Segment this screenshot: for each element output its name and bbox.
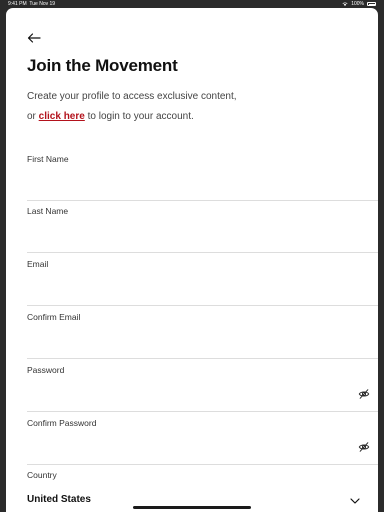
status-time-date: 9:41 PM Tue Nov 19 [8, 0, 55, 8]
wifi-icon [342, 2, 348, 6]
password-input[interactable] [27, 378, 347, 404]
home-indicator [133, 506, 251, 509]
intro-line-2: or click here to login to your account. [27, 107, 357, 127]
confirm-email-input[interactable] [27, 325, 347, 351]
password-label: Password [27, 365, 65, 375]
email-label: Email [27, 259, 49, 269]
confirm-email-field[interactable]: Confirm Email [27, 307, 378, 359]
first-name-label: First Name [27, 154, 69, 164]
chevron-down-icon[interactable] [350, 497, 360, 505]
confirm-password-input[interactable] [27, 431, 347, 457]
login-link[interactable]: click here [39, 111, 85, 122]
password-field[interactable]: Password [27, 360, 378, 412]
page-title: Join the Movement [27, 56, 178, 75]
confirm-password-label: Confirm Password [27, 418, 97, 428]
eye-off-icon[interactable] [358, 441, 370, 453]
confirm-password-field[interactable]: Confirm Password [27, 413, 378, 465]
country-select[interactable]: United States [27, 494, 91, 505]
signup-sheet: Join the Movement Create your profile to… [6, 8, 378, 512]
last-name-input[interactable] [27, 219, 347, 245]
back-button[interactable] [26, 30, 42, 46]
first-name-input[interactable] [27, 167, 347, 193]
intro-suffix: to login to your account. [84, 111, 194, 122]
intro-text: Create your profile to access exclusive … [27, 87, 357, 127]
eye-off-icon[interactable] [358, 388, 370, 400]
email-input[interactable] [27, 272, 347, 298]
last-name-field[interactable]: Last Name [27, 201, 378, 253]
arrow-left-icon [27, 33, 41, 43]
first-name-field[interactable]: First Name [27, 149, 378, 201]
country-field[interactable]: Country United States [27, 465, 378, 512]
country-label: Country [27, 470, 57, 480]
battery-percent: 100% [351, 1, 364, 7]
status-time: 9:41 PM [8, 1, 27, 7]
battery-icon [367, 2, 376, 6]
status-bar: 9:41 PM Tue Nov 19 100% [0, 0, 384, 8]
confirm-email-label: Confirm Email [27, 312, 81, 322]
intro-line-1: Create your profile to access exclusive … [27, 91, 237, 102]
email-field[interactable]: Email [27, 254, 378, 306]
intro-prefix: or [27, 111, 39, 122]
status-indicators: 100% [342, 0, 376, 8]
status-date: Tue Nov 19 [29, 1, 56, 7]
last-name-label: Last Name [27, 206, 69, 216]
